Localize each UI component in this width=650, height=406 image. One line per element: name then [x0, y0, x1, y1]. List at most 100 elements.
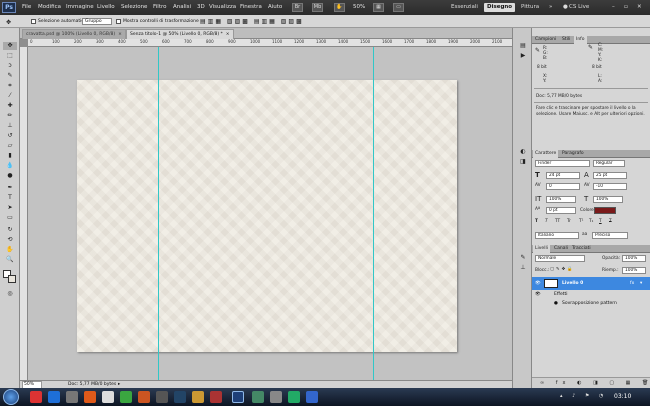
background-color-swatch[interactable]	[8, 275, 16, 283]
masks-panel-icon[interactable]: ◨	[516, 158, 530, 166]
kerning-field[interactable]: 0	[546, 183, 580, 190]
auto-select-dropdown[interactable]: Gruppo	[82, 18, 112, 25]
opacity-field[interactable]: 100%	[622, 255, 646, 262]
blend-mode-dropdown[interactable]: Normale	[535, 255, 585, 262]
app-icon[interactable]	[138, 391, 150, 403]
superscript-button[interactable]: T¹	[579, 219, 583, 224]
move-tool-icon[interactable]: ✥	[6, 19, 11, 26]
app-icon[interactable]	[288, 391, 300, 403]
font-size-field[interactable]: 24 pt	[546, 172, 580, 179]
auto-select-checkbox[interactable]	[31, 19, 36, 24]
maximize-button[interactable]: ▫	[624, 4, 628, 10]
show-transform-checkbox[interactable]	[116, 19, 121, 24]
folder-icon[interactable]	[192, 391, 204, 403]
layer-row[interactable]: 👁 Livello 0 fx ▾	[532, 277, 650, 290]
move-tool-icon[interactable]: ✥	[3, 42, 17, 50]
guide-line[interactable]	[158, 47, 159, 380]
brush-tool-icon[interactable]: ✏	[3, 112, 17, 120]
eye-icon[interactable]: 👁	[535, 277, 541, 290]
bridge-icon[interactable]: Br	[292, 3, 303, 12]
tray-icons[interactable]: ▴ ♪ ⚑ ◔	[560, 393, 607, 399]
menu-view[interactable]: Visualizza	[209, 4, 236, 10]
history-brush-tool-icon[interactable]: ↺	[3, 132, 17, 140]
text-color-swatch[interactable]	[594, 207, 616, 214]
app-icon[interactable]	[174, 391, 186, 403]
chevron-down-icon[interactable]: ▾	[640, 277, 642, 290]
horizontal-scale-field[interactable]: 100%	[593, 196, 623, 203]
eraser-tool-icon[interactable]: ▱	[3, 142, 17, 150]
document-canvas[interactable]	[77, 80, 457, 352]
chrome-icon[interactable]	[102, 391, 114, 403]
menu-select[interactable]: Selezione	[121, 4, 147, 10]
tab-character[interactable]: Carattere	[533, 150, 559, 158]
font-family-dropdown[interactable]: Finder	[535, 160, 590, 167]
menu-help[interactable]: Aiuto	[268, 4, 282, 10]
menu-analysis[interactable]: Analisi	[173, 4, 191, 10]
adjustments-panel-icon[interactable]: ◐	[516, 148, 530, 156]
workspace-design[interactable]: Disegno	[484, 3, 516, 12]
menu-window[interactable]: Finestra	[240, 4, 262, 10]
menu-image[interactable]: Immagine	[66, 4, 94, 10]
fx-icon[interactable]: fx	[630, 277, 634, 290]
baseline-shift-field[interactable]: 0 pt	[546, 207, 576, 214]
tab-senza-titolo[interactable]: Senza titolo-1 @ 50% (Livello 0, RGB/8) …	[126, 29, 234, 39]
tab-cravatta[interactable]: cravatta.psd @ 100% (Livello 0, RGB/8) ×	[22, 29, 126, 39]
tab-swatches[interactable]: Campioni	[533, 36, 558, 44]
effect-item-row[interactable]: ● Sovrapposizione pattern	[532, 299, 650, 308]
zoom-tool-icon[interactable]: 🔍	[3, 256, 17, 264]
app-icon[interactable]	[210, 391, 222, 403]
3d-rotate-tool-icon[interactable]: ↻	[3, 226, 17, 234]
eyedropper-tool-icon[interactable]: ⁄	[3, 92, 17, 100]
small-caps-button[interactable]: Tr	[567, 219, 571, 224]
windows-start-icon[interactable]	[3, 389, 19, 405]
quick-mask-icon[interactable]: ◎	[3, 290, 17, 298]
type-tool-icon[interactable]: T	[3, 194, 17, 202]
hand-tool-icon[interactable]: ✋	[3, 246, 17, 254]
menu-file[interactable]: File	[22, 4, 31, 10]
app-icon[interactable]	[270, 391, 282, 403]
guide-line[interactable]	[373, 47, 374, 380]
app-icon[interactable]	[156, 391, 168, 403]
zoom-level[interactable]: 50%	[353, 4, 365, 10]
subscript-button[interactable]: T₁	[589, 219, 593, 224]
layer-name[interactable]: Livello 0	[562, 277, 583, 290]
menu-3d[interactable]: 3D	[197, 4, 205, 10]
brush-panel-icon[interactable]: ✎	[516, 254, 530, 262]
clone-source-panel-icon[interactable]: ⊥	[516, 264, 530, 272]
arrange-icon[interactable]: ▦	[373, 3, 384, 12]
font-style-dropdown[interactable]: Regular	[593, 160, 625, 167]
close-icon[interactable]: ×	[118, 32, 122, 37]
healing-tool-icon[interactable]: ✚	[3, 102, 17, 110]
menu-edit[interactable]: Modifica	[38, 4, 61, 10]
effects-row[interactable]: 👁 Effetti	[532, 290, 650, 299]
eye-icon[interactable]: 👁	[535, 290, 541, 299]
clone-stamp-tool-icon[interactable]: ⊥	[3, 122, 17, 130]
faux-bold-button[interactable]: T	[535, 219, 538, 224]
layer-actions-icon[interactable]: ∞ fx ◐ ◨ ▢ ▦ 🗑	[540, 380, 650, 386]
align-buttons-icon[interactable]: ▤▥▦ ▧▨▩ ▤▥▦ ▧▨▩	[200, 18, 304, 25]
tab-paragraph[interactable]: Paragrafo	[560, 150, 586, 158]
underline-button[interactable]: T	[599, 219, 602, 224]
marquee-tool-icon[interactable]: ⬚	[3, 52, 17, 60]
app-icon[interactable]	[306, 391, 318, 403]
history-panel-icon[interactable]: ▤	[516, 42, 530, 50]
taskbar-clock[interactable]: 03:10	[614, 393, 631, 400]
strikethrough-button[interactable]: T	[609, 219, 612, 224]
all-caps-button[interactable]: TT	[555, 219, 560, 224]
shape-tool-icon[interactable]: ▭	[3, 214, 17, 222]
app-icon[interactable]	[66, 391, 78, 403]
3d-orbit-tool-icon[interactable]: ⟲	[3, 236, 17, 244]
menu-layer[interactable]: Livello	[97, 4, 115, 10]
workspace-painting[interactable]: Pittura	[518, 3, 542, 12]
workspace-essentials[interactable]: Essenziali	[448, 3, 481, 12]
dodge-tool-icon[interactable]: ●	[3, 172, 17, 180]
quick-select-tool-icon[interactable]: ✎	[3, 72, 17, 80]
ie-icon[interactable]	[48, 391, 60, 403]
tab-channels[interactable]: Canali	[552, 245, 570, 253]
minibridge-icon[interactable]: Mb	[312, 3, 323, 12]
close-button[interactable]: ✕	[637, 4, 642, 10]
lasso-tool-icon[interactable]: ↄ	[3, 62, 17, 70]
close-icon[interactable]: ×	[226, 32, 230, 37]
media-player-icon[interactable]	[84, 391, 96, 403]
tab-layers[interactable]: Livelli	[533, 245, 550, 253]
